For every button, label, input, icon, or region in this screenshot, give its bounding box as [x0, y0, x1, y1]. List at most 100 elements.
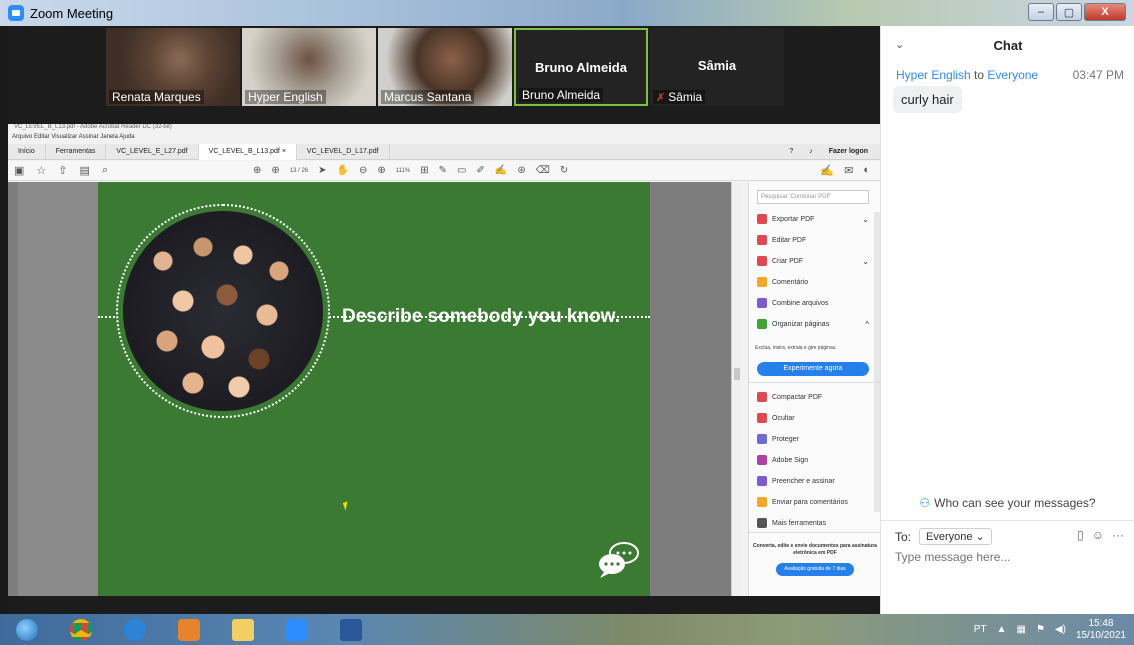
promo-box: Converta, edite e envie documentos para …	[749, 532, 880, 596]
tab-inicio[interactable]: Início	[8, 143, 46, 160]
participant-name: Marcus Santana	[381, 90, 475, 104]
pen-icon[interactable]: ✐	[476, 165, 484, 176]
tab-pdf-d-l17[interactable]: VC_LEVEL_D_L17.pdf	[297, 143, 390, 160]
tool-label: Proteger	[772, 435, 799, 443]
help-icon[interactable]: ?	[789, 148, 793, 155]
tool-compactar-pdf[interactable]: Compactar PDF	[757, 390, 869, 404]
login-link[interactable]: Fazer logon	[829, 148, 868, 155]
message-recipient[interactable]: Everyone	[987, 68, 1038, 82]
prev-page-icon[interactable]: ⊕	[253, 165, 261, 176]
minimize-button[interactable]: –	[1028, 3, 1054, 21]
participant-tile-active[interactable]: Bruno Almeida Bruno Almeida	[514, 28, 648, 106]
shield-icon	[757, 434, 767, 444]
zoom-in-icon[interactable]: ⊕	[377, 165, 385, 176]
tool-criar-pdf[interactable]: Criar PDF ⌄	[757, 254, 869, 268]
file-icon[interactable]: ▯	[1077, 528, 1084, 542]
print-icon[interactable]: ▤	[80, 164, 90, 177]
tool-mais-ferramentas[interactable]: Mais ferramentas	[757, 516, 869, 530]
maximize-button[interactable]: ▢	[1056, 3, 1082, 21]
taskbar-zoom[interactable]	[274, 616, 320, 643]
tool-exportar-pdf[interactable]: Exportar PDF ⌄	[757, 212, 869, 226]
network-icon[interactable]: ▦	[1016, 624, 1025, 635]
recipient-select[interactable]: Everyone ⌄	[919, 528, 992, 545]
more-icon[interactable]: ···	[1112, 528, 1124, 542]
tab-pdf-e-l27[interactable]: VC_LEVEL_E_L27.pdf	[106, 143, 199, 160]
people-icon: ⚇	[919, 496, 931, 510]
language-indicator[interactable]: PT	[974, 624, 987, 635]
select-cursor-icon[interactable]: ➤	[318, 165, 326, 176]
tool-editar-pdf[interactable]: Editar PDF	[757, 233, 869, 247]
chevron-up-icon: ^	[865, 319, 869, 329]
tab-ferramentas[interactable]: Ferramentas	[46, 143, 107, 160]
zoom-level[interactable]: 111%	[396, 168, 410, 174]
hand-icon[interactable]: ✋	[337, 165, 349, 176]
promo-text: Converta, edite e envie documentos para …	[753, 543, 877, 556]
taskbar-explorer[interactable]	[220, 616, 266, 643]
acrobat-tools-pane: Pesquisar 'Combinar PDF' Exportar PDF ⌄ …	[748, 182, 880, 596]
participant-tile[interactable]: Marcus Santana	[378, 28, 512, 106]
tool-combine-arquivos[interactable]: Combine arquivos	[757, 296, 869, 310]
system-tray: PT ▲ ▦ ⚑ ◀) 15:48 15/10/2021	[974, 616, 1126, 643]
windows-start-icon	[16, 618, 38, 641]
close-button[interactable]: X	[1084, 3, 1126, 21]
stamp-icon[interactable]: ⊛	[517, 165, 525, 176]
clock[interactable]: 15:48 15/10/2021	[1076, 618, 1126, 642]
upload-icon[interactable]: ⇧	[58, 164, 67, 177]
share-bottom-bar	[8, 596, 880, 614]
account-icon[interactable]: ◐	[863, 164, 870, 177]
tool-organizar-paginas[interactable]: Organizar páginas ^	[757, 317, 869, 331]
tool-enviar-comentarios[interactable]: Enviar para comentários	[757, 495, 869, 509]
tool-adobe-sign[interactable]: Adobe Sign	[757, 453, 869, 467]
participant-tile[interactable]: Renata Marques	[106, 28, 240, 106]
page-indicator[interactable]: 13 / 26	[290, 168, 308, 174]
volume-icon[interactable]: ◀)	[1055, 624, 1066, 635]
sign-pen-icon[interactable]: ✍	[820, 164, 834, 177]
tools-search-input[interactable]: Pesquisar 'Combinar PDF'	[757, 190, 869, 204]
rotate-icon[interactable]: ↻	[560, 165, 568, 176]
redact-icon	[757, 413, 767, 423]
tray-expand-icon[interactable]: ▲	[997, 624, 1007, 635]
zoom-out-icon[interactable]: ⊖	[359, 165, 367, 176]
star-icon[interactable]: ☆	[36, 164, 46, 177]
message-sender[interactable]: Hyper English	[896, 68, 971, 82]
bell-icon[interactable]: ♪	[809, 148, 813, 155]
taskbar-word[interactable]	[328, 616, 374, 643]
tool-preencher-assinar[interactable]: Preencher e assinar	[757, 474, 869, 488]
acrobat-window-title: VC_LEVEL_B_L13.pdf - Adobe Acrobat Reade…	[14, 124, 172, 130]
fit-page-icon[interactable]: ⊞	[420, 165, 428, 176]
tool-comentario[interactable]: Comentário	[757, 275, 869, 289]
participant-tile[interactable]: Sâmia ✗ Sâmia	[650, 28, 784, 106]
document-scrollbar[interactable]	[731, 182, 741, 596]
tool-proteger[interactable]: Proteger	[757, 432, 869, 446]
save-icon[interactable]: ▣	[14, 164, 24, 177]
internet-explorer-icon	[124, 618, 146, 641]
mouse-cursor-icon	[342, 501, 351, 511]
participant-tile[interactable]: Hyper English	[242, 28, 376, 106]
free-trial-button[interactable]: Avaliação gratuita de 7 dias	[776, 563, 854, 576]
participant-name: Hyper English	[245, 90, 326, 104]
tab-pdf-b-l13[interactable]: VC_LEVEL_B_L13.pdf ×	[198, 143, 297, 160]
message-input[interactable]	[895, 550, 1123, 564]
emoji-icon[interactable]: ☺	[1092, 528, 1104, 542]
search-icon[interactable]: ⌕	[102, 164, 108, 177]
combine-files-icon	[757, 298, 767, 308]
taskbar-media-player[interactable]	[166, 616, 212, 643]
next-page-icon[interactable]: ⊕	[271, 165, 279, 176]
email-icon[interactable]: ✉	[844, 164, 853, 177]
highlight-icon[interactable]: ✎	[439, 165, 447, 176]
start-button[interactable]	[4, 616, 50, 643]
tool-ocultar[interactable]: Ocultar	[757, 411, 869, 425]
sign-icon[interactable]: ✍	[495, 165, 507, 176]
divider	[881, 520, 1134, 521]
adobe-sign-icon	[757, 455, 767, 465]
scrollbar-thumb[interactable]	[734, 368, 740, 380]
try-now-button[interactable]: Experimente agora	[757, 362, 869, 376]
who-can-see-link[interactable]: ⚇ Who can see your messages?	[881, 496, 1134, 510]
create-pdf-icon	[757, 256, 767, 266]
action-center-icon[interactable]: ⚑	[1036, 624, 1045, 635]
divider	[749, 382, 880, 383]
delete-icon[interactable]: ⌫	[536, 165, 550, 176]
taskbar-chrome[interactable]	[58, 616, 104, 643]
comment-icon[interactable]: ▭	[457, 165, 466, 176]
taskbar-ie[interactable]	[112, 616, 158, 643]
